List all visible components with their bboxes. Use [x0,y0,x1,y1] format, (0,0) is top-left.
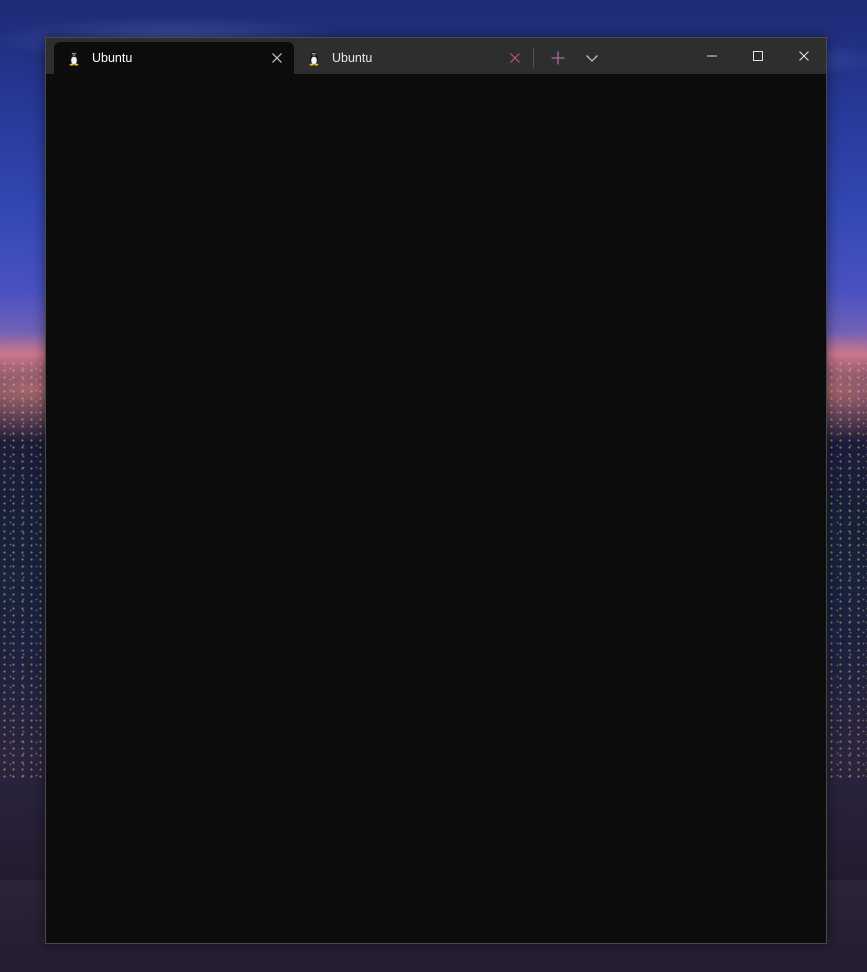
plus-icon[interactable] [549,49,567,67]
chevron-down-icon[interactable] [583,49,601,67]
minimize-button[interactable] [689,38,735,74]
tab-title: Ubuntu [92,51,133,65]
tab-ubuntu-active[interactable]: Ubuntu [54,42,294,74]
title-bar[interactable]: Ubuntu Ubuntu [46,38,826,74]
terminal-window: Ubuntu Ubuntu [45,37,827,944]
close-icon [799,51,809,61]
tab-separator [533,48,534,68]
close-icon[interactable] [270,51,284,65]
linux-penguin-icon [69,51,79,66]
close-window-button[interactable] [781,38,827,74]
close-icon[interactable] [508,51,522,65]
maximize-icon [753,51,763,61]
tab-ubuntu-inactive[interactable]: Ubuntu [294,42,532,74]
tab-title: Ubuntu [332,51,373,65]
maximize-button[interactable] [735,38,781,74]
minimize-icon [707,55,717,57]
linux-penguin-icon [309,51,319,66]
terminal-content-area[interactable] [46,74,826,943]
wallpaper-city-lights-left [0,360,46,780]
desktop-wallpaper: Ubuntu Ubuntu [0,0,867,972]
wallpaper-city-lights-right [827,360,867,780]
